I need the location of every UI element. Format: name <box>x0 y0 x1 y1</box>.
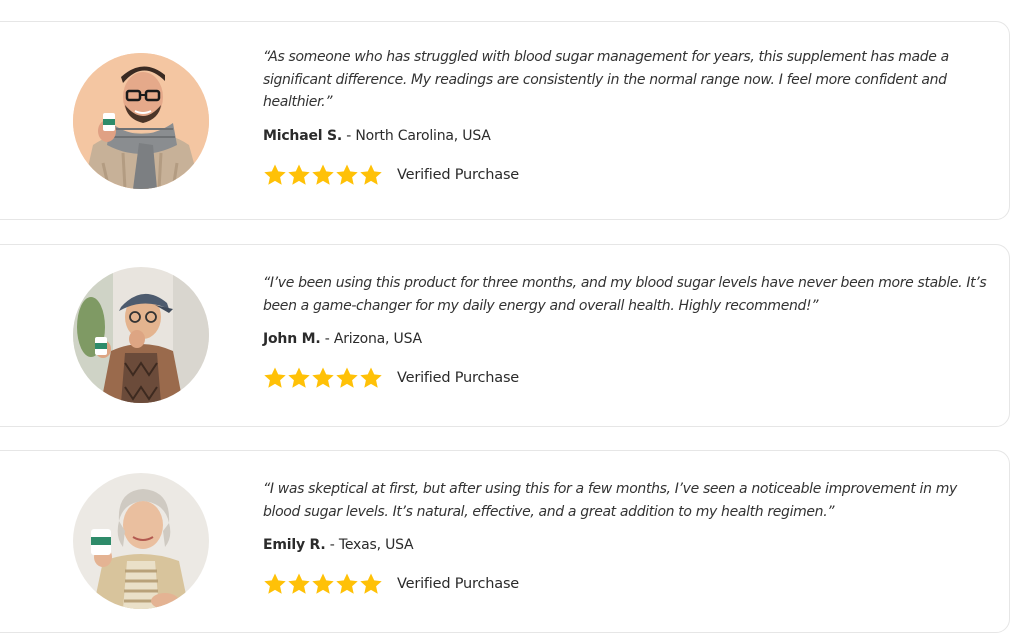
star-icon <box>288 573 310 594</box>
star-icon <box>360 573 382 594</box>
author-name: Michael S. <box>263 127 343 144</box>
star-icon <box>360 367 382 388</box>
testimonial-quote: “As someone who has struggled with blood… <box>263 49 949 110</box>
testimonial-body: “I was skeptical at first, but after usi… <box>263 478 991 597</box>
rating-row: Verified Purchase <box>263 365 991 391</box>
star-icon <box>336 164 358 185</box>
author-name: Emily R. <box>263 537 326 553</box>
testimonial-card: “I was skeptical at first, but after usi… <box>0 450 1010 633</box>
man-in-scarf-avatar <box>73 53 209 189</box>
star-icon <box>264 573 286 594</box>
verified-purchase-label: Verified Purchase <box>397 576 520 592</box>
star-rating <box>263 366 383 390</box>
testimonial-author: John M. - Arizona, USA <box>263 329 991 349</box>
testimonial-author: Michael S. - North Carolina, USA <box>263 126 991 146</box>
testimonial-author: Emily R. - Texas, USA <box>263 535 991 555</box>
rating-row: Verified Purchase <box>263 162 991 188</box>
star-icon <box>264 164 286 185</box>
verified-purchase-label: Verified Purchase <box>397 166 520 183</box>
testimonial-body: “I’ve been using this product for three … <box>263 272 991 391</box>
elderly-man-avatar <box>73 267 209 403</box>
testimonial-body: “As someone who has struggled with blood… <box>263 46 991 188</box>
star-icon <box>336 573 358 594</box>
star-icon <box>312 367 334 388</box>
star-icon <box>288 164 310 185</box>
author-location: - Arizona, USA <box>320 331 422 347</box>
testimonial-quote: “I’ve been using this product for three … <box>263 275 987 314</box>
star-icon <box>360 164 382 185</box>
author-location: - Texas, USA <box>325 537 414 553</box>
star-icon <box>336 367 358 388</box>
star-icon <box>312 573 334 594</box>
testimonial-card: “As someone who has struggled with blood… <box>0 21 1010 220</box>
testimonial-card: “I’ve been using this product for three … <box>0 244 1010 427</box>
testimonial-quote: “I was skeptical at first, but after usi… <box>263 481 957 520</box>
elderly-woman-avatar <box>73 473 209 609</box>
author-location: - North Carolina, USA <box>342 127 491 144</box>
star-rating <box>263 163 383 187</box>
verified-purchase-label: Verified Purchase <box>397 370 520 386</box>
testimonial-list: “As someone who has struggled with blood… <box>0 0 1024 644</box>
star-rating <box>263 572 383 596</box>
star-icon <box>264 367 286 388</box>
author-name: John M. <box>263 331 321 347</box>
star-icon <box>312 164 334 185</box>
rating-row: Verified Purchase <box>263 571 991 597</box>
star-icon <box>288 367 310 388</box>
